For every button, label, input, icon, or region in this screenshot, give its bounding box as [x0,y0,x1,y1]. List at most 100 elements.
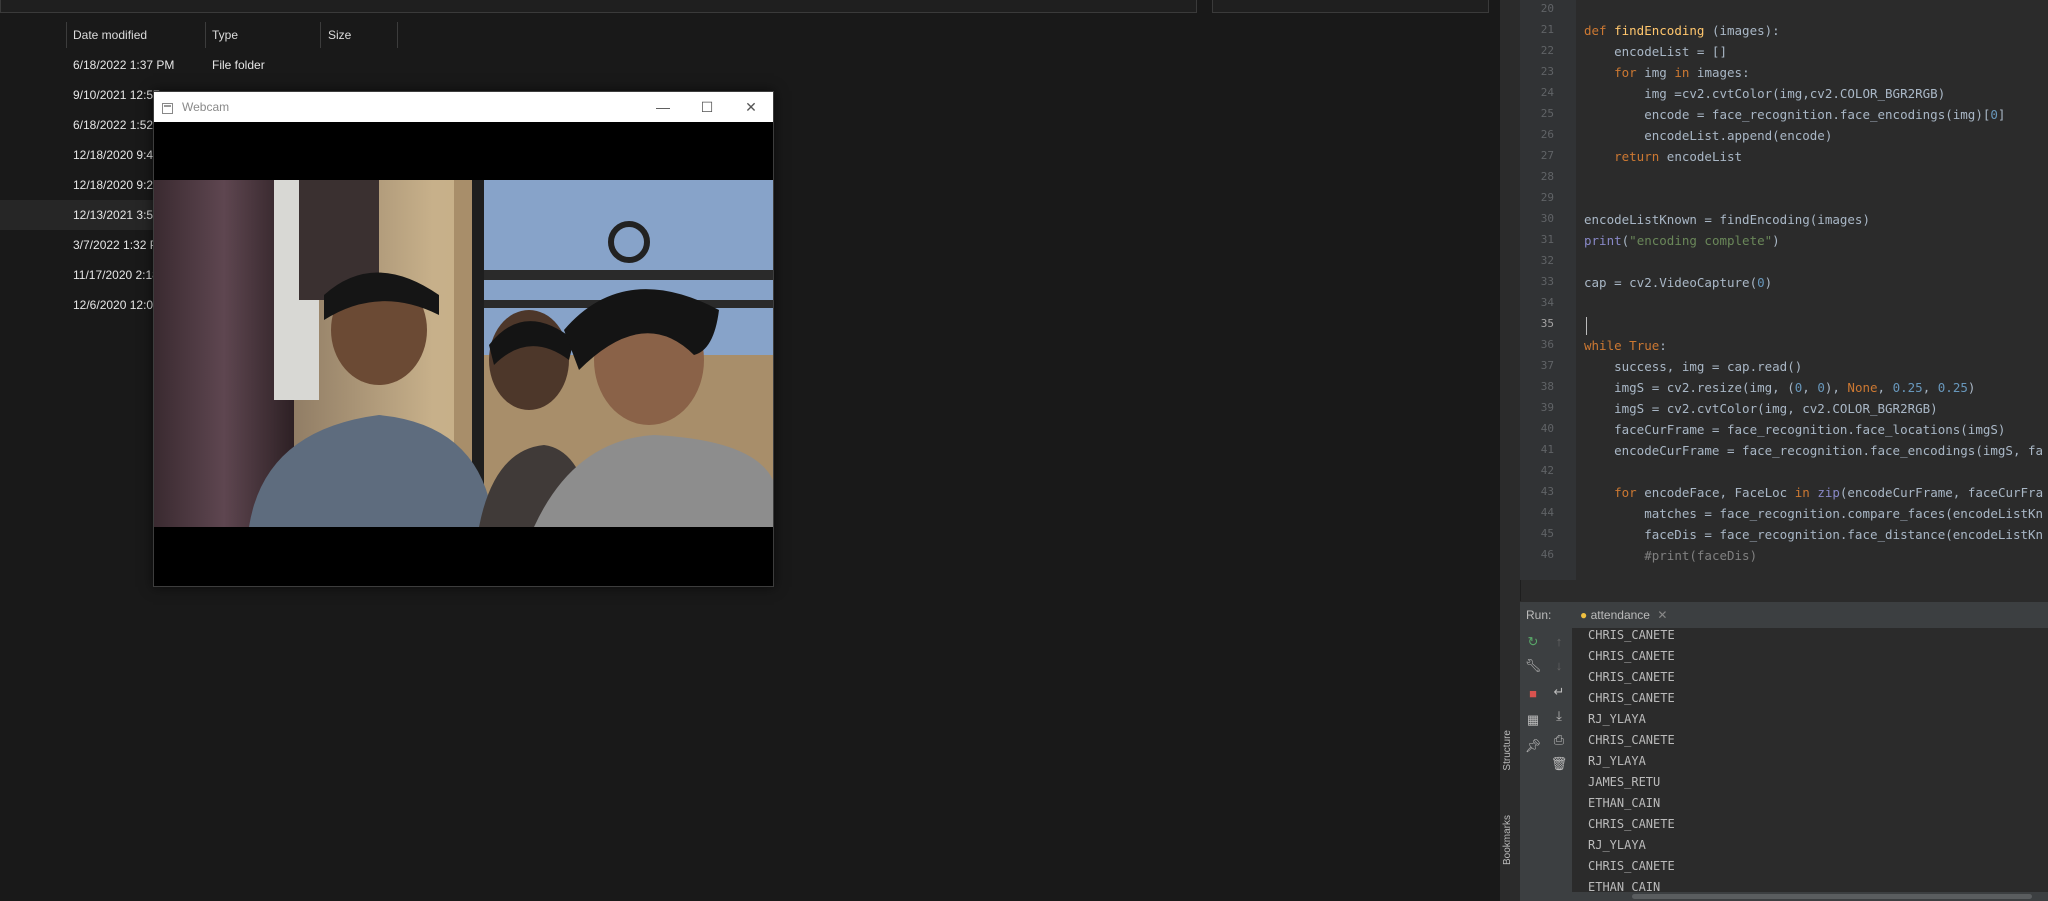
line-number: 38 [1540,380,1554,393]
close-tab-icon[interactable]: ✕ [1657,608,1667,622]
line-number: 27 [1540,149,1554,162]
rerun-icon[interactable]: ↻ [1520,634,1546,650]
code-line: return encodeList [1614,149,1743,164]
webcam-titlebar[interactable]: Webcam — ☐ ✕ [154,92,773,122]
column-header-date-modified[interactable]: Date modified [73,24,147,46]
file-date: 12/18/2020 9:26 [73,178,160,192]
console-line: CHRIS_CANETE [1588,859,1675,873]
python-icon: ● [1580,608,1588,622]
file-date: 9/10/2021 12:57 [73,88,160,102]
line-number: 29 [1540,191,1554,204]
line-number: 45 [1540,527,1554,540]
file-type: File folder [212,58,265,72]
scroll-to-end-icon[interactable]: ⤓ [1546,708,1572,724]
file-date: 3/7/2022 1:32 PI [73,238,162,252]
horizontal-scrollbar[interactable] [1572,892,2048,901]
line-numbers: 20 21 22 23 24 25 26 27 28 29 30 31 32 3… [1520,0,1576,580]
structure-tool-tab[interactable]: Structure [1502,730,1513,771]
text-caret [1586,317,1587,335]
line-number: 40 [1540,422,1554,435]
scrollbar-thumb[interactable] [1632,894,2032,899]
code-line: cap = cv2.VideoCapture(0) [1584,275,1773,290]
window-app-icon [162,101,173,114]
close-button[interactable]: ✕ [729,92,773,122]
line-number: 21 [1540,23,1554,36]
code-line: #print(faceDis) [1644,548,1758,563]
code-line: success, img = cap.read() [1584,359,1803,374]
line-number: 26 [1540,128,1554,141]
maximize-button[interactable]: ☐ [685,92,729,122]
down-arrow-icon[interactable]: ↓ [1546,658,1572,673]
file-date: 12/18/2020 9:42 [73,148,160,162]
line-number: 46 [1540,548,1554,561]
line-number: 28 [1540,170,1554,183]
ide-window: Structure Bookmarks def findEncoding (im… [1500,0,2048,901]
run-tab-attendance[interactable]: ● attendance ✕ [1570,602,1678,631]
pin-icon[interactable]: 📌︎ [1520,738,1546,754]
run-tab-label: attendance [1590,608,1650,622]
webcam-video-frame [154,180,773,527]
file-row[interactable]: 6/18/2022 1:37 PM File folder [0,50,1500,80]
console-line: ETHAN_CAIN [1588,796,1661,810]
line-number: 23 [1540,65,1554,78]
console-line: CHRIS_CANETE [1588,670,1675,684]
trash-icon[interactable]: 🗑︎ [1546,756,1572,772]
stop-icon[interactable]: ■ [1520,686,1546,701]
file-date: 6/18/2022 1:52 P [73,118,165,132]
code-line: img =cv2.cvtColor(img,cv2.COLOR_BGR2RGB) [1584,86,1946,101]
line-number: 37 [1540,359,1554,372]
code-line: while True: [1584,338,1667,353]
line-number: 31 [1540,233,1554,246]
bookmarks-tool-tab[interactable]: Bookmarks [1502,815,1513,865]
address-bar[interactable] [0,0,1197,13]
code-line: faceDis = face_recognition.face_distance… [1584,527,2044,542]
line-number: 42 [1540,464,1554,477]
code-line: encodeListKnown = findEncoding(images) [1584,212,1870,227]
column-header-type[interactable]: Type [212,24,238,46]
line-number: 30 [1540,212,1554,225]
file-row-selected[interactable]: 12/13/2021 3:54 [0,200,160,230]
code-line: print("encoding complete") [1584,233,1780,248]
run-tool-window-header: Run: ● attendance ✕ [1520,601,2048,631]
up-arrow-icon[interactable]: ↑ [1546,634,1572,649]
console-line: JAMES_RETU [1588,775,1661,789]
layout-icon[interactable]: ▦ [1520,712,1546,728]
line-number: 41 [1540,443,1554,456]
run-console-output[interactable]: CHRIS_CANETE CHRIS_CANETE CHRIS_CANETE C… [1572,628,2048,901]
line-number: 22 [1540,44,1554,57]
column-separator[interactable] [66,22,67,48]
minimize-button[interactable]: — [641,92,685,122]
line-number: 24 [1540,86,1554,99]
webcam-window-title: Webcam [182,100,230,114]
print-icon[interactable]: ⎙ [1546,732,1572,748]
line-number-current: 35 [1540,317,1554,330]
wrench-icon[interactable]: 🔧︎ [1520,658,1546,674]
line-number: 20 [1540,2,1554,15]
line-number: 44 [1540,506,1554,519]
code-line: matches = face_recognition.compare_faces… [1584,506,2044,521]
console-line: RJ_YLAYA [1588,838,1646,852]
run-toolbar-secondary: ↑ ↓ ↵ ⤓ ⎙ 🗑︎ [1546,628,1573,901]
line-number: 33 [1540,275,1554,288]
console-line: RJ_YLAYA [1588,754,1646,768]
code-line: encode = face_recognition.face_encodings… [1584,107,2006,122]
code-editor[interactable]: def findEncoding (images): encodeList = … [1576,0,2048,580]
file-date: 12/13/2021 3:54 [73,208,160,222]
soft-wrap-icon[interactable]: ↵ [1546,684,1572,700]
code-line: encodeList.append(encode) [1584,128,1833,143]
line-number: 43 [1540,485,1554,498]
code-line: imgS = cv2.resize(img, (0, 0), None, 0.2… [1584,380,1976,395]
column-separator[interactable] [205,22,206,48]
code-line: encodeList = [] [1584,44,1727,59]
webcam-window[interactable]: Webcam — ☐ ✕ [153,91,774,587]
run-toolbar: ↻ 🔧︎ ■ ▦ 📌︎ [1520,628,1546,901]
column-separator[interactable] [320,22,321,48]
line-number: 39 [1540,401,1554,414]
line-number: 25 [1540,107,1554,120]
file-date: 12/6/2020 12:03 [73,298,160,312]
search-box[interactable] [1212,0,1489,13]
column-header-size[interactable]: Size [328,24,351,46]
line-number: 32 [1540,254,1554,267]
column-separator[interactable] [397,22,398,48]
code-line: for img in images: [1614,65,1750,80]
